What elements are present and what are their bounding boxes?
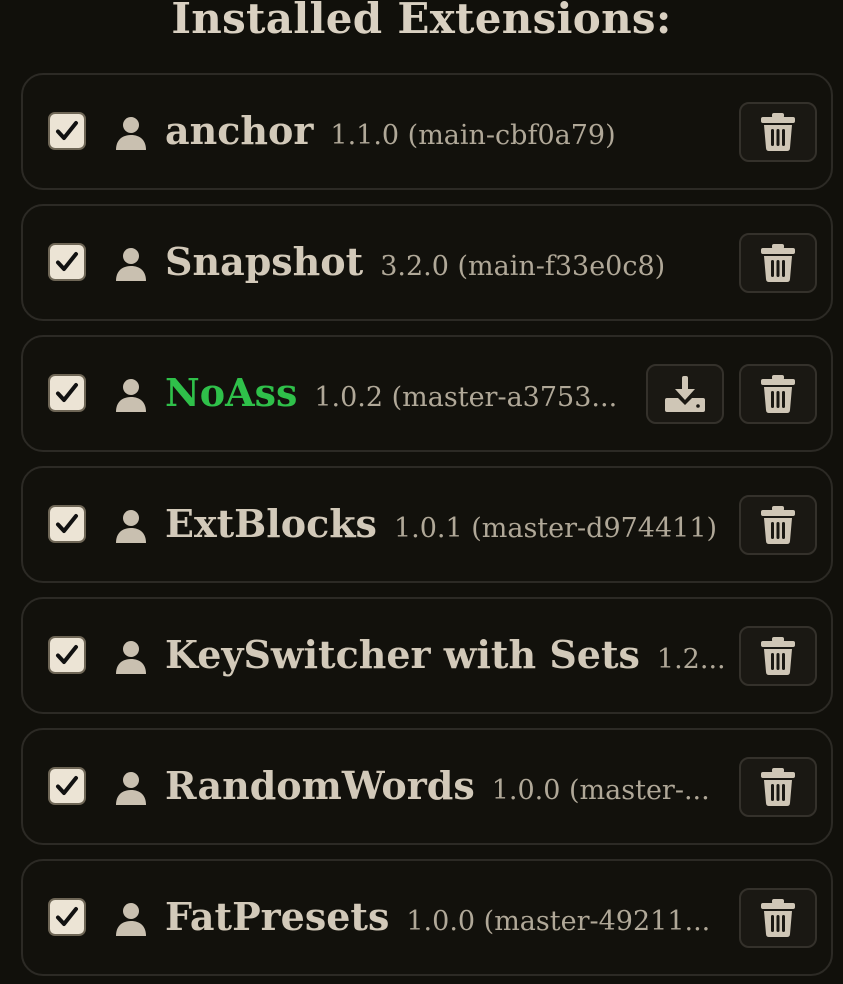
enable-checkbox[interactable] (48, 374, 86, 412)
extension-version: 1.1.0 (main-cbf0a79) (330, 120, 616, 151)
extension-name: Snapshot (165, 239, 364, 284)
user-icon (116, 510, 146, 543)
user-icon (116, 903, 146, 936)
checkmark-icon (56, 383, 78, 402)
extension-card-anchor: anchor 1.1.0 (main-cbf0a79) (21, 73, 833, 190)
trash-icon (761, 899, 795, 937)
extension-version: 1.0.0 (master-... (491, 775, 710, 806)
extension-version: 1.0.0 (master-49211... (406, 906, 711, 937)
delete-button[interactable] (739, 364, 817, 424)
trash-icon (761, 113, 795, 151)
extension-card-fatpresets: FatPresets 1.0.0 (master-49211... (21, 859, 833, 976)
delete-button[interactable] (739, 233, 817, 293)
enable-checkbox[interactable] (48, 898, 86, 936)
trash-icon (761, 768, 795, 806)
extension-version: 1.2... (656, 644, 726, 675)
extension-name: KeySwitcher with Sets (165, 632, 640, 677)
user-icon (116, 379, 146, 412)
download-icon (665, 376, 705, 412)
extension-version: 3.2.0 (main-f33e0c8) (380, 251, 666, 282)
enable-checkbox[interactable] (48, 243, 86, 281)
delete-button[interactable] (739, 757, 817, 817)
enable-checkbox[interactable] (48, 767, 86, 805)
checkmark-icon (56, 645, 78, 664)
extension-card-keyswitcher: KeySwitcher with Sets 1.2... (21, 597, 833, 714)
extension-version: 1.0.1 (master-d974411) (393, 513, 718, 544)
extension-name-line: Snapshot 3.2.0 (main-f33e0c8) (165, 232, 665, 292)
extension-list: anchor 1.1.0 (main-cbf0a79) Snapshot 3.2… (21, 73, 833, 984)
user-icon (116, 772, 146, 805)
page-title: Installed Extensions: (171, 0, 672, 43)
trash-icon (761, 506, 795, 544)
enable-checkbox[interactable] (48, 636, 86, 674)
extension-name: FatPresets (165, 894, 390, 939)
extension-card-extblocks: ExtBlocks 1.0.1 (master-d974411) (21, 466, 833, 583)
enable-checkbox[interactable] (48, 112, 86, 150)
checkmark-icon (56, 252, 78, 271)
enable-checkbox[interactable] (48, 505, 86, 543)
update-button[interactable] (646, 364, 724, 424)
user-icon (116, 117, 146, 150)
extension-name-line: NoAss 1.0.2 (master-a3753... (165, 363, 617, 423)
extension-name-line: anchor 1.1.0 (main-cbf0a79) (165, 101, 616, 161)
delete-button[interactable] (739, 102, 817, 162)
extension-name-line: KeySwitcher with Sets 1.2... (165, 625, 726, 685)
extension-name-line: ExtBlocks 1.0.1 (master-d974411) (165, 494, 717, 554)
extension-name-line: RandomWords 1.0.0 (master-... (165, 756, 710, 816)
trash-icon (761, 637, 795, 675)
extension-name: ExtBlocks (165, 501, 377, 546)
extension-card-snapshot: Snapshot 3.2.0 (main-f33e0c8) (21, 204, 833, 321)
delete-button[interactable] (739, 495, 817, 555)
user-icon (116, 248, 146, 281)
checkmark-icon (56, 776, 78, 795)
trash-icon (761, 375, 795, 413)
delete-button[interactable] (739, 888, 817, 948)
extension-name: RandomWords (165, 763, 475, 808)
extension-version: 1.0.2 (master-a3753... (314, 382, 618, 413)
extension-name: NoAss (165, 370, 298, 415)
trash-icon (761, 244, 795, 282)
checkmark-icon (56, 121, 78, 140)
user-icon (116, 641, 146, 674)
checkmark-icon (56, 514, 78, 533)
checkmark-icon (56, 907, 78, 926)
delete-button[interactable] (739, 626, 817, 686)
extension-name-line: FatPresets 1.0.0 (master-49211... (165, 887, 710, 947)
extension-name: anchor (165, 108, 314, 153)
extension-card-noass: NoAss 1.0.2 (master-a3753... (21, 335, 833, 452)
extension-card-randomwords: RandomWords 1.0.0 (master-... (21, 728, 833, 845)
